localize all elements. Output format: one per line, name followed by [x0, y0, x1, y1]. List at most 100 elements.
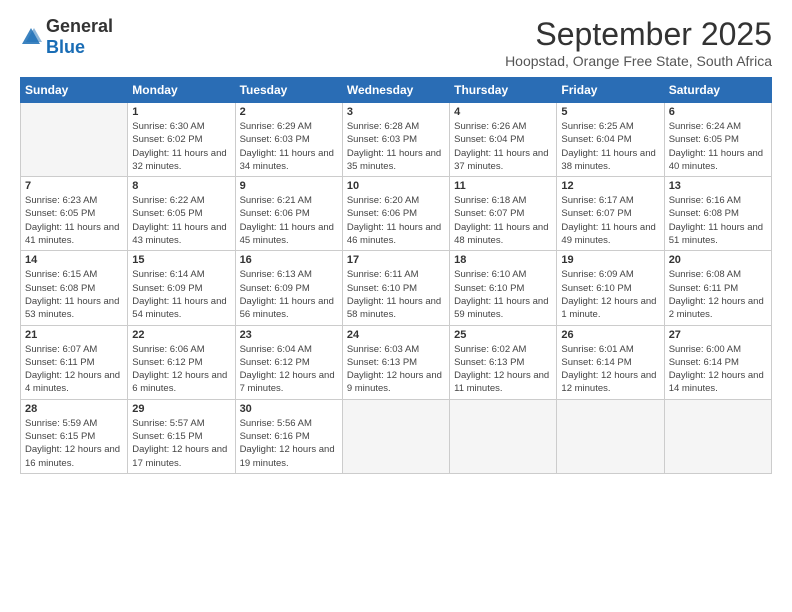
- day-info: Sunrise: 6:17 AMSunset: 6:07 PMDaylight:…: [561, 194, 659, 247]
- calendar-cell: 17 Sunrise: 6:11 AMSunset: 6:10 PMDayligh…: [342, 251, 449, 325]
- day-info: Sunrise: 6:30 AMSunset: 6:02 PMDaylight:…: [132, 120, 230, 173]
- day-info: Sunrise: 6:29 AMSunset: 6:03 PMDaylight:…: [240, 120, 338, 173]
- calendar-table: SundayMondayTuesdayWednesdayThursdayFrid…: [20, 77, 772, 474]
- week-row-5: 28 Sunrise: 5:59 AMSunset: 6:15 PMDayligh…: [21, 399, 772, 473]
- calendar-cell: 24 Sunrise: 6:03 AMSunset: 6:13 PMDayligh…: [342, 325, 449, 399]
- calendar-cell: [342, 399, 449, 473]
- day-info: Sunrise: 6:13 AMSunset: 6:09 PMDaylight:…: [240, 268, 338, 321]
- calendar-cell: 22Sunrise: 6:06 AMSunset: 6:12 PMDayligh…: [128, 325, 235, 399]
- calendar-cell: 26 Sunrise: 6:01 AMSunset: 6:14 PMDayligh…: [557, 325, 664, 399]
- day-number: 30: [240, 403, 338, 415]
- day-number: 24: [347, 329, 445, 341]
- calendar-cell: 30 Sunrise: 5:56 AMSunset: 6:16 PMDayligh…: [235, 399, 342, 473]
- day-info: Sunrise: 6:01 AMSunset: 6:14 PMDaylight:…: [561, 343, 659, 396]
- day-number: 12: [561, 180, 659, 192]
- calendar-cell: 12 Sunrise: 6:17 AMSunset: 6:07 PMDayligh…: [557, 177, 664, 251]
- day-info: Sunrise: 6:11 AMSunset: 6:10 PMDaylight:…: [347, 268, 445, 321]
- logo: General Blue: [20, 16, 113, 58]
- calendar-cell: 9Sunrise: 6:21 AMSunset: 6:06 PMDaylight…: [235, 177, 342, 251]
- logo-general-text: General: [46, 16, 113, 36]
- day-info: Sunrise: 6:02 AMSunset: 6:13 PMDaylight:…: [454, 343, 552, 396]
- day-number: 2: [240, 106, 338, 118]
- weekday-header-friday: Friday: [557, 78, 664, 103]
- day-info: Sunrise: 6:14 AMSunset: 6:09 PMDaylight:…: [132, 268, 230, 321]
- day-info: Sunrise: 6:28 AMSunset: 6:03 PMDaylight:…: [347, 120, 445, 173]
- calendar-cell: 14 Sunrise: 6:15 AMSunset: 6:08 PMDayligh…: [21, 251, 128, 325]
- day-number: 26: [561, 329, 659, 341]
- day-info: Sunrise: 6:23 AMSunset: 6:05 PMDaylight:…: [25, 194, 123, 247]
- calendar-cell: 21 Sunrise: 6:07 AMSunset: 6:11 PMDayligh…: [21, 325, 128, 399]
- calendar-cell: 16Sunrise: 6:13 AMSunset: 6:09 PMDayligh…: [235, 251, 342, 325]
- day-info: Sunrise: 6:04 AMSunset: 6:12 PMDaylight:…: [240, 343, 338, 396]
- weekday-header-monday: Monday: [128, 78, 235, 103]
- day-info: Sunrise: 6:21 AMSunset: 6:06 PMDaylight:…: [240, 194, 338, 247]
- day-number: 11: [454, 180, 552, 192]
- location-subtitle: Hoopstad, Orange Free State, South Afric…: [505, 53, 772, 69]
- day-info: Sunrise: 5:59 AMSunset: 6:15 PMDaylight:…: [25, 417, 123, 470]
- day-info: Sunrise: 6:20 AMSunset: 6:06 PMDaylight:…: [347, 194, 445, 247]
- day-info: Sunrise: 5:56 AMSunset: 6:16 PMDaylight:…: [240, 417, 338, 470]
- day-info: Sunrise: 6:26 AMSunset: 6:04 PMDaylight:…: [454, 120, 552, 173]
- calendar-cell: 1 Sunrise: 6:30 AMSunset: 6:02 PMDaylight…: [128, 103, 235, 177]
- calendar-cell: 28 Sunrise: 5:59 AMSunset: 6:15 PMDayligh…: [21, 399, 128, 473]
- day-number: 25: [454, 329, 552, 341]
- calendar-cell: 25 Sunrise: 6:02 AMSunset: 6:13 PMDayligh…: [450, 325, 557, 399]
- weekday-header-thursday: Thursday: [450, 78, 557, 103]
- day-info: Sunrise: 6:22 AMSunset: 6:05 PMDaylight:…: [132, 194, 230, 247]
- month-year-title: September 2025: [505, 16, 772, 53]
- day-number: 1: [132, 106, 230, 118]
- day-info: Sunrise: 6:10 AMSunset: 6:10 PMDaylight:…: [454, 268, 552, 321]
- calendar-cell: 11 Sunrise: 6:18 AMSunset: 6:07 PMDayligh…: [450, 177, 557, 251]
- calendar-cell: 20Sunrise: 6:08 AMSunset: 6:11 PMDayligh…: [664, 251, 771, 325]
- week-row-2: 7 Sunrise: 6:23 AMSunset: 6:05 PMDaylight…: [21, 177, 772, 251]
- calendar-cell: 13 Sunrise: 6:16 AMSunset: 6:08 PMDayligh…: [664, 177, 771, 251]
- week-row-3: 14 Sunrise: 6:15 AMSunset: 6:08 PMDayligh…: [21, 251, 772, 325]
- day-number: 13: [669, 180, 767, 192]
- day-info: Sunrise: 6:25 AMSunset: 6:04 PMDaylight:…: [561, 120, 659, 173]
- week-row-4: 21 Sunrise: 6:07 AMSunset: 6:11 PMDayligh…: [21, 325, 772, 399]
- day-info: Sunrise: 6:00 AMSunset: 6:14 PMDaylight:…: [669, 343, 767, 396]
- weekday-header-tuesday: Tuesday: [235, 78, 342, 103]
- weekday-header-row: SundayMondayTuesdayWednesdayThursdayFrid…: [21, 78, 772, 103]
- calendar-cell: 23 Sunrise: 6:04 AMSunset: 6:12 PMDayligh…: [235, 325, 342, 399]
- weekday-header-saturday: Saturday: [664, 78, 771, 103]
- day-number: 18: [454, 254, 552, 266]
- calendar-cell: 8 Sunrise: 6:22 AMSunset: 6:05 PMDaylight…: [128, 177, 235, 251]
- week-row-1: 1 Sunrise: 6:30 AMSunset: 6:02 PMDaylight…: [21, 103, 772, 177]
- calendar-cell: [21, 103, 128, 177]
- calendar-cell: 6 Sunrise: 6:24 AMSunset: 6:05 PMDaylight…: [664, 103, 771, 177]
- day-number: 6: [669, 106, 767, 118]
- day-number: 23: [240, 329, 338, 341]
- calendar-cell: 19Sunrise: 6:09 AMSunset: 6:10 PMDayligh…: [557, 251, 664, 325]
- day-number: 4: [454, 106, 552, 118]
- calendar-cell: 4 Sunrise: 6:26 AMSunset: 6:04 PMDaylight…: [450, 103, 557, 177]
- day-info: Sunrise: 6:03 AMSunset: 6:13 PMDaylight:…: [347, 343, 445, 396]
- calendar-cell: 10 Sunrise: 6:20 AMSunset: 6:06 PMDayligh…: [342, 177, 449, 251]
- day-number: 10: [347, 180, 445, 192]
- weekday-header-sunday: Sunday: [21, 78, 128, 103]
- calendar-cell: [557, 399, 664, 473]
- day-number: 5: [561, 106, 659, 118]
- day-number: 15: [132, 254, 230, 266]
- calendar-cell: 7 Sunrise: 6:23 AMSunset: 6:05 PMDaylight…: [21, 177, 128, 251]
- day-info: Sunrise: 6:15 AMSunset: 6:08 PMDaylight:…: [25, 268, 123, 321]
- calendar-cell: [450, 399, 557, 473]
- day-info: Sunrise: 6:16 AMSunset: 6:08 PMDaylight:…: [669, 194, 767, 247]
- calendar-cell: 27Sunrise: 6:00 AMSunset: 6:14 PMDayligh…: [664, 325, 771, 399]
- day-info: Sunrise: 6:18 AMSunset: 6:07 PMDaylight:…: [454, 194, 552, 247]
- day-number: 28: [25, 403, 123, 415]
- day-number: 29: [132, 403, 230, 415]
- calendar-cell: 15 Sunrise: 6:14 AMSunset: 6:09 PMDayligh…: [128, 251, 235, 325]
- day-number: 21: [25, 329, 123, 341]
- day-number: 3: [347, 106, 445, 118]
- day-number: 14: [25, 254, 123, 266]
- day-info: Sunrise: 5:57 AMSunset: 6:15 PMDaylight:…: [132, 417, 230, 470]
- day-info: Sunrise: 6:07 AMSunset: 6:11 PMDaylight:…: [25, 343, 123, 396]
- day-info: Sunrise: 6:24 AMSunset: 6:05 PMDaylight:…: [669, 120, 767, 173]
- day-number: 7: [25, 180, 123, 192]
- day-number: 17: [347, 254, 445, 266]
- calendar-cell: 5 Sunrise: 6:25 AMSunset: 6:04 PMDaylight…: [557, 103, 664, 177]
- calendar-cell: [664, 399, 771, 473]
- day-info: Sunrise: 6:08 AMSunset: 6:11 PMDaylight:…: [669, 268, 767, 321]
- day-number: 8: [132, 180, 230, 192]
